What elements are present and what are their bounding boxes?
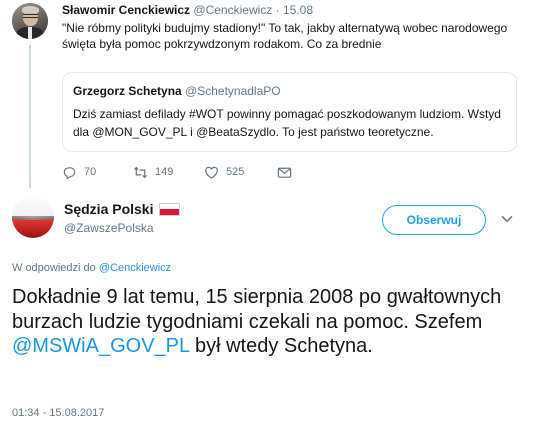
tweet-header: Sławomir Cenckiewicz @Cenckiewicz · 15.0… — [62, 3, 313, 17]
retweet-icon — [133, 166, 148, 178]
tweet-date[interactable]: 15.08 — [283, 3, 313, 17]
retweet-count: 149 — [155, 166, 174, 178]
quoted-tweet-header: Grzegorz Schetyna @SchetynadlaPO — [73, 84, 281, 98]
poland-flag-icon — [159, 202, 181, 216]
quoted-tweet-text: Dziś zamiast defilady #WOT powinny pomag… — [73, 107, 501, 139]
avatar[interactable] — [12, 3, 48, 39]
reply-handle-link[interactable]: @Cenckiewicz — [99, 262, 171, 274]
reply-count: 70 — [84, 166, 97, 178]
quoted-author-handle: @SchetynadlaPO — [185, 84, 281, 98]
like-count: 525 — [226, 166, 245, 178]
reply-icon — [63, 166, 76, 179]
avatar[interactable] — [12, 196, 54, 238]
tweet-timestamp[interactable]: 01:34 - 15.08.2017 — [12, 407, 104, 419]
reply-context: W odpowiedzi do @Cenckiewicz — [12, 262, 171, 274]
direct-message-icon — [277, 167, 292, 178]
mention-link[interactable]: @MSWiA_GOV_PL — [12, 335, 189, 357]
reply-button[interactable]: 70 — [62, 163, 96, 181]
like-icon — [205, 166, 218, 179]
author-name[interactable]: Sędzia Polski — [64, 201, 153, 217]
author-handle[interactable]: @Cenckiewicz — [193, 3, 272, 17]
parent-tweet[interactable]: Sławomir Cenckiewicz @Cenckiewicz · 15.0… — [0, 0, 549, 188]
retweet-button[interactable]: 149 — [133, 163, 173, 181]
reply-prefix: W odpowiedzi do — [12, 262, 96, 274]
chevron-down-icon[interactable] — [500, 212, 514, 226]
tweet-actions: 70 149 525 — [62, 163, 322, 181]
tweet-text-part: Dokładnie 9 lat temu, 15 sierpnia 2008 p… — [12, 286, 502, 333]
author-name[interactable]: Sławomir Cenckiewicz — [62, 3, 190, 17]
author-name-row: Sędzia Polski — [64, 200, 181, 218]
follow-button[interactable]: Obserwuj — [382, 205, 486, 235]
tweet-text: "Nie róbmy polityki budujmy stadiony!" T… — [62, 21, 508, 51]
separator-dot: · — [275, 3, 280, 17]
tweet-text-part: był wtedy Schetyna. — [189, 335, 373, 357]
direct-message-button[interactable] — [277, 163, 299, 181]
thread-line — [29, 45, 31, 188]
quoted-tweet[interactable]: Grzegorz Schetyna @SchetynadlaPO Dziś za… — [62, 72, 517, 152]
author-handle[interactable]: @ZawszePolska — [64, 221, 154, 235]
quoted-author-name: Grzegorz Schetyna — [73, 84, 182, 98]
like-button[interactable]: 525 — [204, 163, 244, 181]
tweet-text: Dokładnie 9 lat temu, 15 sierpnia 2008 p… — [12, 285, 537, 359]
